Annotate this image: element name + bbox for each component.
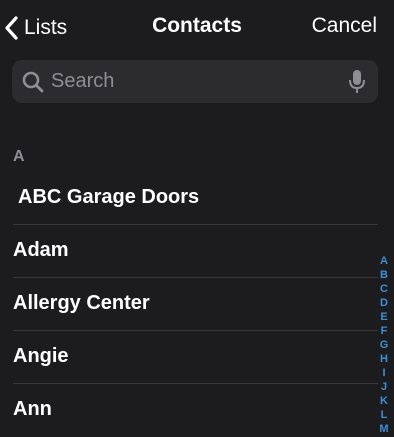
- index-letter[interactable]: B: [380, 268, 388, 282]
- index-letter[interactable]: A: [380, 254, 388, 268]
- search-icon: [21, 70, 45, 94]
- cancel-button[interactable]: Cancel: [312, 14, 377, 38]
- contact-name: Allergy Center: [13, 292, 150, 314]
- contact-name: Angie: [13, 345, 69, 367]
- contact-row[interactable]: Adam: [0, 225, 394, 278]
- alphabet-index[interactable]: A B C D E F G H I J K L M: [377, 254, 391, 436]
- contact-name: Adam: [13, 239, 69, 261]
- contact-name: Ann: [13, 398, 52, 420]
- search-field[interactable]: Search: [12, 60, 378, 103]
- microphone-icon[interactable]: [346, 69, 368, 95]
- index-letter[interactable]: F: [381, 324, 388, 338]
- section-header: A: [13, 148, 25, 165]
- index-letter[interactable]: I: [382, 366, 385, 380]
- index-letter[interactable]: C: [380, 282, 388, 296]
- contact-row[interactable]: Allergy Center: [0, 278, 394, 331]
- index-letter[interactable]: G: [380, 338, 389, 352]
- contact-row[interactable]: Angie: [0, 331, 394, 384]
- contact-row[interactable]: Ann: [0, 384, 394, 437]
- index-letter[interactable]: J: [381, 380, 387, 394]
- navigation-bar: Lists Contacts Cancel: [0, 0, 394, 56]
- contact-list: ABC Garage Doors Adam Allergy Center Ang…: [0, 172, 394, 437]
- search-placeholder: Search: [51, 70, 115, 92]
- index-letter[interactable]: K: [380, 394, 388, 408]
- index-letter[interactable]: E: [380, 310, 387, 324]
- index-letter[interactable]: L: [381, 408, 388, 422]
- contact-row[interactable]: ABC Garage Doors: [0, 172, 394, 225]
- index-letter[interactable]: H: [380, 352, 388, 366]
- index-letter[interactable]: D: [380, 296, 388, 310]
- index-letter[interactable]: M: [379, 422, 388, 436]
- contact-name: ABC Garage Doors: [18, 186, 200, 208]
